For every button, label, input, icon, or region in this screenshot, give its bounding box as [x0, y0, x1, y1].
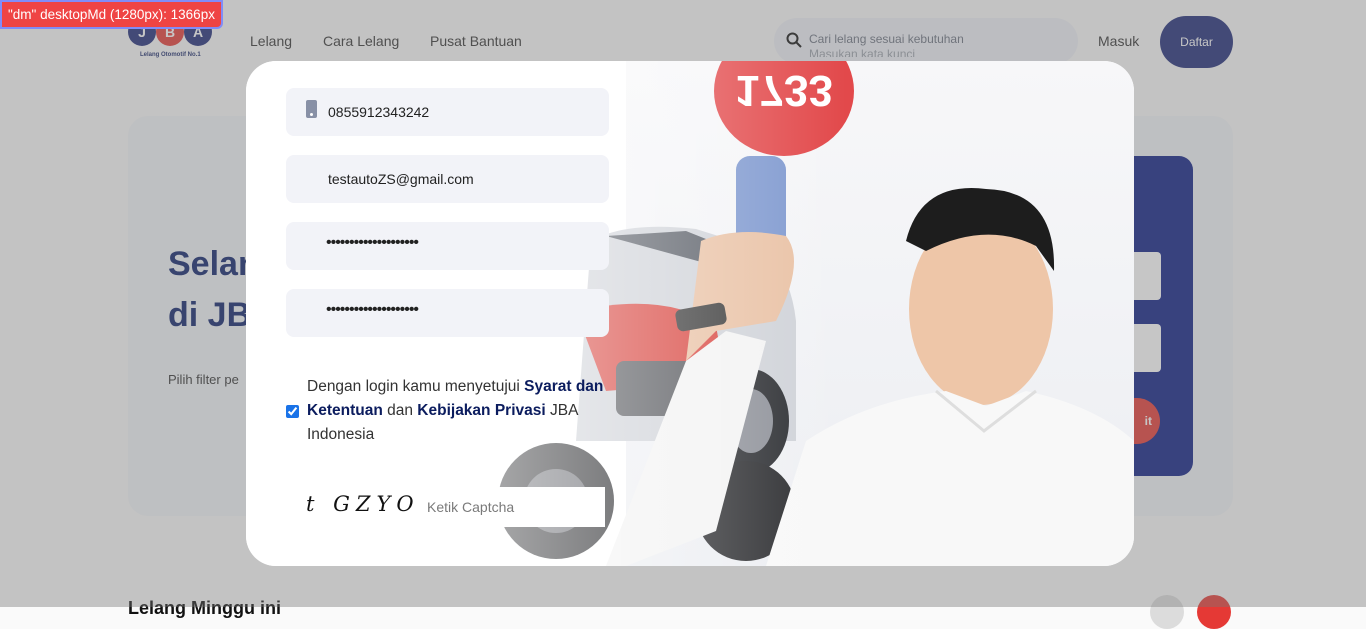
- register-modal: 1733 0855912343242 testautoZS@gmail.com …: [246, 61, 1134, 566]
- confirm-password-mask: ••••••••••••••••••••: [326, 301, 419, 318]
- email-field[interactable]: testautoZS@gmail.com: [286, 155, 609, 203]
- phone-value: 0855912343242: [328, 104, 430, 120]
- consent-and: dan: [387, 402, 413, 419]
- confirm-password-field[interactable]: ••••••••••••••••••••: [286, 289, 609, 337]
- phone-field[interactable]: 0855912343242: [286, 88, 609, 136]
- password-mask: ••••••••••••••••••••: [326, 234, 419, 251]
- consent-prefix: Dengan login kamu menyetujui: [307, 378, 520, 395]
- debug-breakpoint-badge: "dm" desktopMd (1280px): 1366px: [0, 0, 223, 29]
- privacy-link[interactable]: Kebijakan Privasi: [417, 402, 545, 419]
- password-field[interactable]: ••••••••••••••••••••: [286, 222, 609, 270]
- captcha-input[interactable]: [415, 487, 605, 527]
- consent-checkbox[interactable]: [286, 405, 299, 418]
- email-value: testautoZS@gmail.com: [328, 171, 474, 187]
- phone-icon: [306, 100, 317, 118]
- consent-text: Dengan login kamu menyetujui Syarat dan …: [307, 375, 617, 447]
